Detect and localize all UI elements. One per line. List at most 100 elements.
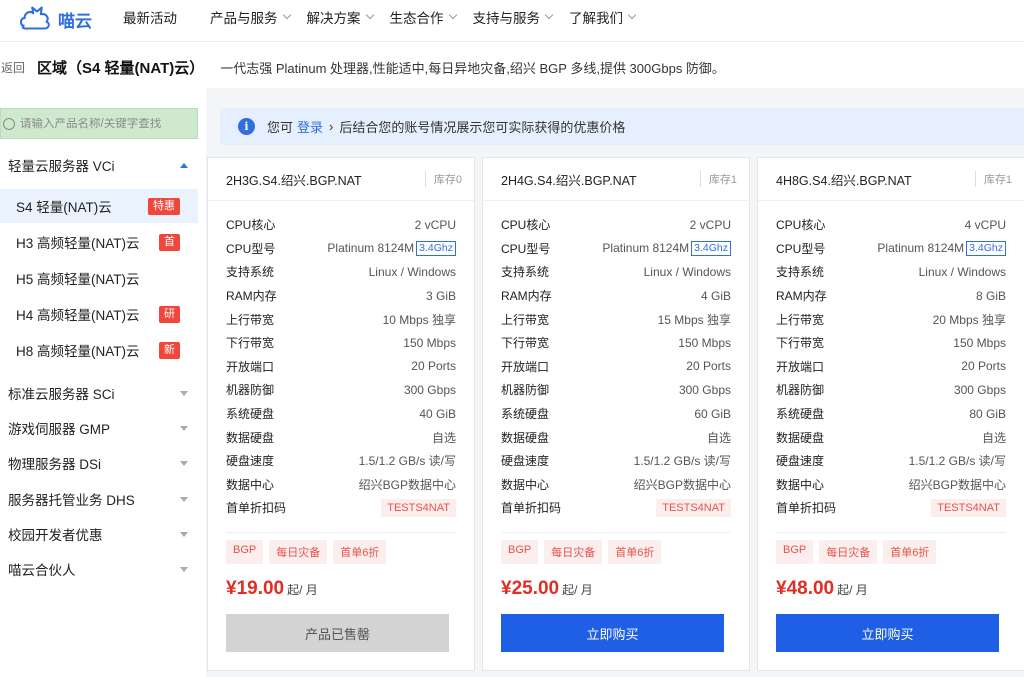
spec-value-wrap: 1.5/1.2 GB/s 读/写 [359,452,456,469]
spec-row: 系统硬盘 40 GiB [226,402,456,426]
spec-key: 上行带宽 [501,312,550,327]
spec-row: 机器防御 300 Gbps [501,378,731,402]
spec-value: Linux / Windows [368,264,456,279]
caret-down-icon [180,566,188,572]
category-label: 喵云合伙人 [8,563,76,578]
spec-row: CPU核心 2 vCPU [226,213,456,237]
spec-row: RAM内存 4 GiB [501,284,731,308]
spec-row: 上行带宽 10 Mbps 独享 [226,307,456,331]
spec-key: 系统硬盘 [501,407,550,422]
spec-value-wrap: 150 Mbps [678,336,731,350]
spec-row: RAM内存 8 GiB [776,284,1006,308]
stock-count: 库存0 [424,171,462,187]
spec-row: 支持系统 Linux / Windows [226,260,456,284]
spec-key: 数据中心 [501,477,550,492]
category-vci[interactable]: 轻量云服务器 VCi [0,148,198,182]
logo[interactable]: 喵云 [18,4,92,34]
caret-up-icon [180,162,188,168]
spec-row: 数据中心 绍兴BGP数据中心 [776,473,1006,497]
sidebar-item-h4[interactable]: H4 高频轻量(NAT)云 研 [0,297,198,331]
nav-item-support[interactable]: 支持与服务 [472,7,554,27]
price-unit: 起/ 月 [562,583,593,597]
spec-value-wrap: 自选 [707,429,731,446]
spec-row: CPU型号 Platinum 8124M 3.4Ghz [501,237,731,261]
nav-item-ecosystem[interactable]: 生态合作 [390,7,457,27]
spec-value: 10 Mbps 独享 [382,312,456,327]
chevron-down-icon [282,10,291,20]
spec-row: CPU型号 Platinum 8124M 3.4Ghz [226,237,456,261]
nav-label: 支持与服务 [472,11,541,26]
spec-key: CPU型号 [776,241,826,256]
price-value: ¥48.00 [776,578,835,599]
spec-value: 自选 [981,430,1006,445]
category-dhs[interactable]: 服务器托管业务 DHS [0,482,198,516]
spec-row: RAM内存 3 GiB [226,284,456,308]
caret-down-icon [180,390,188,396]
category-sci[interactable]: 标准云服务器 SCi [0,376,198,410]
spec-value: 1.5/1.2 GB/s 读/写 [908,454,1006,469]
buy-now-button[interactable]: 立即购买 [501,614,724,652]
sidebar-item-label: H4 高频轻量(NAT)云 [16,308,140,323]
spec-value: 绍兴BGP数据中心 [908,477,1006,492]
spec-row: CPU核心 4 vCPU [776,213,1006,237]
spec-key: 首单折扣码 [501,501,562,516]
spec-value: 2 vCPU [414,217,456,232]
brand-name: 喵云 [58,11,92,31]
spec-value-wrap: 80 GiB [969,407,1006,421]
nav-item-about[interactable]: 了解我们 [569,7,637,27]
spec-row: 开放端口 20 Ports [501,355,731,379]
search-input[interactable] [20,117,190,130]
spec-list: CPU核心 2 vCPU CPU型号 Platinum 8124M 3.4Ghz … [226,213,456,520]
spec-row: 开放端口 20 Ports [226,355,456,379]
spec-list: CPU核心 4 vCPU CPU型号 Platinum 8124M 3.4Ghz … [776,213,1006,520]
spec-key: 支持系统 [226,265,275,280]
badge: 新 [159,341,180,359]
spec-row: 下行带宽 150 Mbps [776,331,1006,355]
nav-item-events[interactable]: 最新活动 [123,7,177,27]
sidebar-item-h3[interactable]: H3 高频轻量(NAT)云 首 [0,225,198,259]
category-campus[interactable]: 校园开发者优惠 [0,517,198,551]
spec-value-wrap: 1.5/1.2 GB/s 读/写 [909,452,1006,469]
spec-value: 20 Ports [961,359,1006,374]
sidebar-item-h8[interactable]: H8 高频轻量(NAT)云 新 [0,333,198,367]
price-value: ¥25.00 [501,578,560,599]
card-header: 4H8G.S4.绍兴.BGP.NAT 库存1 [758,158,1024,201]
cpu-freq-badge: 3.4Ghz [691,240,731,256]
spec-value: 8 GiB [975,288,1006,303]
sold-out-button[interactable]: 产品已售罄 [226,614,449,652]
caret-down-icon [180,425,188,431]
buy-now-button[interactable]: 立即购买 [776,614,999,652]
category-partner[interactable]: 喵云合伙人 [0,552,198,586]
spec-value-wrap: Platinum 8124M 3.4Ghz [327,240,456,256]
category-gmp[interactable]: 游戏伺服器 GMP [0,411,198,445]
login-notice: i 您可 登录 › 后结合您的账号情况展示您可实际获得的优惠价格 [220,108,1024,145]
spec-value: 绍兴BGP数据中心 [633,477,731,492]
nav-label: 最新活动 [123,11,177,26]
nav-item-products[interactable]: 产品与服务 [210,7,291,27]
spec-key: 下行带宽 [226,336,275,351]
spec-value: 20 Mbps 独享 [932,312,1006,327]
product-card: 4H8G.S4.绍兴.BGP.NAT 库存1 CPU核心 4 vCPU CPU型… [757,157,1024,671]
nav-menu: 最新活动 产品与服务 解决方案 生态合作 支持与服务 了解我们 [123,0,652,34]
spec-row: 数据硬盘 自选 [226,425,456,449]
spec-value-wrap: 8 GiB [976,289,1006,303]
spec-row: 下行带宽 150 Mbps [501,331,731,355]
sidebar-item-h5[interactable]: H5 高频轻量(NAT)云 [0,261,198,295]
spec-key: 机器防御 [501,383,550,398]
spec-key: 机器防御 [776,383,825,398]
spec-value: 绍兴BGP数据中心 [358,477,456,492]
spec-value-wrap: 20 Ports [686,359,731,373]
spec-row: 硬盘速度 1.5/1.2 GB/s 读/写 [501,449,731,473]
sidebar-item-s4[interactable]: S4 轻量(NAT)云 特惠 [0,189,198,223]
product-name: 4H8G.S4.绍兴.BGP.NAT [776,173,912,188]
back-link[interactable]: 返回 [1,59,25,76]
spec-value-wrap: 300 Gbps [954,383,1006,397]
caret-down-icon [180,531,188,537]
spec-value-wrap: 绍兴BGP数据中心 [359,476,456,493]
spec-value-wrap: Linux / Windows [644,265,731,279]
nav-item-solutions[interactable]: 解决方案 [307,7,374,27]
login-link[interactable]: 登录 [297,117,323,136]
category-dsi[interactable]: 物理服务器 DSi [0,446,198,480]
spec-key: 开放端口 [226,359,275,374]
spec-key: 上行带宽 [776,312,825,327]
